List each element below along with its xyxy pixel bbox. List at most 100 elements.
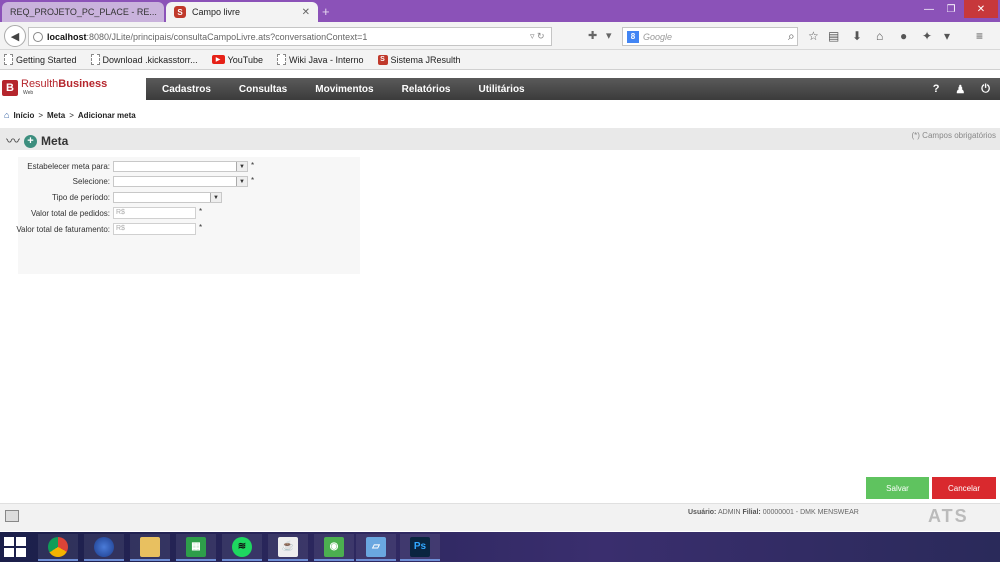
sistema-icon: S [377,54,388,65]
bookmark-label: Getting Started [16,54,77,65]
taskbar-store[interactable]: ▦ [176,534,216,561]
tab-label: REQ_PROJETO_PC_PLACE - RE... [10,7,157,17]
save-button[interactable]: Salvar [866,477,929,499]
app-logo[interactable]: B ResulthBusiness Web [2,79,107,96]
back-icon[interactable]: ◀ [4,25,26,47]
menu-icon[interactable]: ≡ [976,29,983,43]
ats-logo: ATS [928,506,969,526]
taskbar-firefox[interactable] [84,534,124,561]
logo-prefix: Resulth [21,78,59,90]
spotify-icon: ≋ [232,536,252,557]
bookmark-download[interactable]: Download .kickasstorr... [90,54,198,65]
taskbar-evernote[interactable]: ◉ [314,534,354,561]
chevron-down-icon[interactable]: ▼ [236,162,247,171]
required-star: * [251,161,255,170]
extension-icon[interactable]: ✚ [588,29,597,42]
help-icon[interactable]: ? [933,83,940,96]
home-icon[interactable]: ⌂ [876,29,883,43]
taskbar-file-explorer[interactable] [130,534,170,561]
required-fields-note: (*) Campos obrigatórios [911,131,996,140]
evernote-icon: ◉ [324,536,344,557]
reload-icon[interactable]: ▿ ↻ [530,31,545,42]
bookmark-label: YouTube [227,54,263,65]
logo-sub: Web [23,90,34,96]
close-tab-icon[interactable]: ✕ [163,7,164,18]
bookmark-label: Download .kickasstorr... [102,54,198,65]
home-icon[interactable]: ⌂ [4,110,9,120]
required-star: * [199,207,203,216]
chrome-icon [48,536,68,557]
download-icon[interactable]: ⬇ [852,29,862,43]
taskbar-notes[interactable]: ▱ [356,534,396,561]
chat-icon[interactable]: ● [900,29,907,43]
keyboard-icon[interactable] [5,510,19,522]
search-input[interactable]: 8 Google [622,27,798,46]
address-bar[interactable]: localhost:8080/JLite/principais/consulta… [28,27,552,46]
search-placeholder: Google [643,31,673,42]
breadcrumb: ⌂ Início > Meta > Adicionar meta [4,110,136,120]
close-tab-icon[interactable]: ✕ [302,7,310,18]
taskbar-java[interactable]: ☕ [268,534,308,561]
addon-icon[interactable]: ✦ [922,29,932,43]
branch-label: Filial: [742,509,761,516]
taskbar-spotify[interactable]: ≋ [222,534,262,561]
photoshop-icon: Ps [410,536,430,557]
status-user-info: Usuário: ADMIN Filial: 00000001 - DMK ME… [688,509,859,516]
bookmark-getting-started[interactable]: Getting Started [4,54,77,65]
menu-cadastros[interactable]: Cadastros [162,84,211,95]
menu-relatorios[interactable]: Relatórios [402,84,451,95]
close-window-icon[interactable]: ✕ [964,0,998,18]
store-icon: ▦ [186,536,206,557]
user-icon[interactable]: ♟ [955,83,965,96]
valor-pedidos-input[interactable]: R$ [113,207,196,219]
field-label-selecione: Selecione: [72,177,110,186]
url-path: :8080/JLite/principais/consultaCampoLivr… [86,31,368,42]
browser-tab-inactive[interactable]: REQ_PROJETO_PC_PLACE - RE... ✕ [2,2,164,22]
menu-utilitarios[interactable]: Utilitários [479,84,525,95]
java-icon: ☕ [278,536,298,557]
logo-suffix: Business [58,78,108,90]
new-tab-icon[interactable]: + [322,4,330,19]
bookmark-sistema-jresulth[interactable]: S Sistema JResulth [377,54,461,65]
menu-movimentos[interactable]: Movimentos [315,84,373,95]
breadcrumb-current: Adicionar meta [77,110,136,120]
required-star: * [251,176,255,185]
bookmark-wiki-java[interactable]: Wiki Java - Interno [276,54,364,65]
google-icon: 8 [627,30,639,43]
breadcrumb-home[interactable]: Início [13,111,34,120]
browser-tab-active[interactable]: S Campo livre ✕ [166,2,318,22]
tab-label: Campo livre [192,7,241,17]
cancel-button[interactable]: Cancelar [932,477,996,499]
bookmark-label: Sistema JResulth [390,54,461,65]
bookmark-youtube[interactable]: ▶ YouTube [211,54,263,65]
status-bar [0,503,1000,531]
minimize-icon[interactable]: — [918,0,940,18]
tipo-periodo-select[interactable]: ▼ [113,192,222,203]
windows-start-icon[interactable] [4,537,26,557]
search-icon[interactable]: ⌕ [788,29,795,44]
field-label-valor-pedidos: Valor total de pedidos: [30,209,110,218]
power-icon[interactable]: ⏻ [981,83,990,96]
maximize-icon[interactable]: ❐ [940,0,962,18]
field-label-tipo-periodo: Tipo de período: [52,193,110,202]
estabelecer-meta-select[interactable]: ▼ [113,161,248,172]
breadcrumb-meta[interactable]: Meta [47,111,65,120]
page-icon [90,54,100,65]
valor-faturamento-input[interactable]: R$ [113,223,196,235]
sistema-favicon-icon: S [174,6,186,18]
menu-consultas[interactable]: Consultas [239,84,287,95]
selecione-select[interactable]: ▼ [113,176,248,187]
dropdown-icon[interactable]: ▾ [606,29,612,42]
branch-value: 00000001 - DMK MENSWEAR [762,509,859,516]
chevron-down-icon[interactable]: ▼ [210,193,221,202]
taskbar-photoshop[interactable]: Ps [400,534,440,561]
taskbar-chrome[interactable] [38,534,78,561]
globe-icon [33,31,43,42]
chevron-down-icon[interactable]: ▼ [236,177,247,186]
page-title-bar [0,128,1000,150]
addon-dropdown-icon[interactable]: ▾ [944,29,950,43]
page-title: 〰 + Meta [6,131,68,151]
reading-list-icon[interactable]: ▤ [828,29,839,43]
bookmark-star-icon[interactable]: ☆ [808,29,819,43]
logo-mark-icon: B [2,79,18,96]
